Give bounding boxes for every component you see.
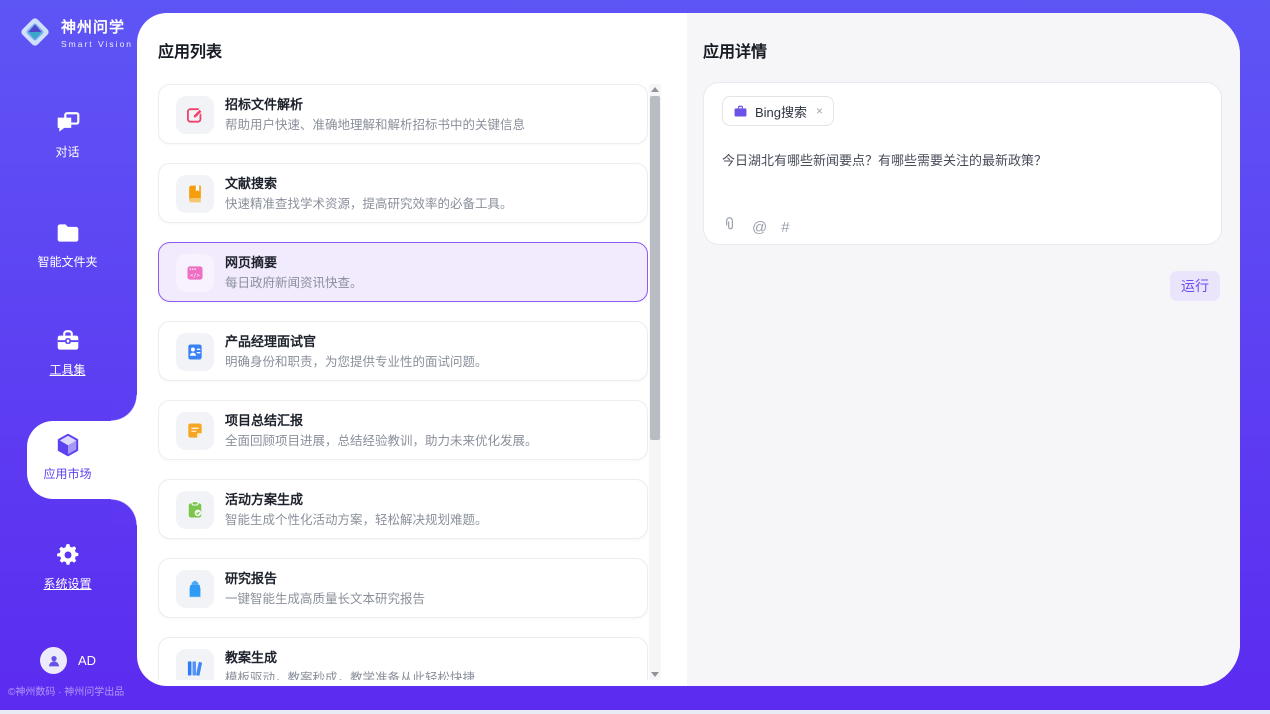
scroll-up-icon[interactable] bbox=[651, 87, 659, 92]
card-description: 智能生成个性化活动方案，轻松解决规划难题。 bbox=[225, 509, 488, 528]
app-detail-panel: 应用详情 Bing搜索 × 今日湖北有哪些新闻要点？有哪些需要关注的最新政策？ … bbox=[687, 13, 1240, 686]
app-card-lesson-plan[interactable]: 教案生成 模板驱动，教案秒成，教学准备从此轻松快捷 bbox=[158, 637, 648, 680]
gear-icon bbox=[0, 542, 135, 570]
sidebar-item-label: 对话 bbox=[55, 143, 79, 160]
card-description: 每日政府新闻资讯快查。 bbox=[225, 272, 363, 291]
card-title: 文献搜索 bbox=[225, 173, 277, 192]
card-description: 快速精准查找学术资源，提高研究效率的必备工具。 bbox=[225, 193, 513, 212]
briefcase-icon bbox=[733, 104, 748, 119]
paperclip-icon[interactable] bbox=[721, 216, 738, 238]
book-icon bbox=[176, 175, 214, 213]
app-card-literature-search[interactable]: 文献搜索 快速精准查找学术资源，提高研究效率的必备工具。 bbox=[158, 163, 648, 223]
at-mention-icon[interactable]: @ bbox=[752, 219, 767, 236]
brand-title: 神州问学 bbox=[61, 16, 133, 37]
card-title: 项目总结汇报 bbox=[225, 410, 303, 429]
browser-code-icon: </> bbox=[176, 254, 214, 292]
card-description: 一键智能生成高质量长文本研究报告 bbox=[225, 588, 425, 607]
books-icon bbox=[176, 649, 214, 680]
sidebar-item-smart-folder[interactable]: 智能文件夹 bbox=[0, 220, 135, 271]
sidebar-item-app-market[interactable]: 应用市场 bbox=[0, 432, 135, 483]
card-title: 教案生成 bbox=[225, 647, 277, 666]
sidebar-item-label: 系统设置 bbox=[43, 575, 91, 592]
tool-tag-label: Bing搜索 bbox=[755, 102, 807, 121]
card-title: 网页摘要 bbox=[225, 252, 277, 271]
card-title: 研究报告 bbox=[225, 568, 277, 587]
sticky-note-icon bbox=[176, 412, 214, 450]
account-entry[interactable]: AD bbox=[40, 647, 96, 674]
app-window: 神州问学 Smart Vision 对话 智能文件夹 bbox=[0, 0, 1270, 714]
svg-text:</>: </> bbox=[190, 273, 201, 279]
pen-square-icon bbox=[176, 96, 214, 134]
app-card-research-report[interactable]: 研究报告 一键智能生成高质量长文本研究报告 bbox=[158, 558, 648, 618]
app-card-activity-plan[interactable]: 活动方案生成 智能生成个性化活动方案，轻松解决规划难题。 bbox=[158, 479, 648, 539]
account-name: AD bbox=[78, 653, 96, 668]
prompt-input-card[interactable]: Bing搜索 × 今日湖北有哪些新闻要点？有哪些需要关注的最新政策？ @ # bbox=[703, 82, 1222, 245]
run-button[interactable]: 运行 bbox=[1170, 271, 1220, 301]
cube-icon bbox=[0, 432, 135, 460]
sidebar-item-label: 智能文件夹 bbox=[37, 253, 97, 270]
folder-icon bbox=[0, 220, 135, 248]
person-doc-icon bbox=[176, 333, 214, 371]
ink-bottle-icon bbox=[176, 570, 214, 608]
copyright-footer: ©神州数码 · 神州问学出品 bbox=[8, 683, 140, 698]
list-panel-title: 应用列表 bbox=[158, 38, 222, 62]
card-title: 活动方案生成 bbox=[225, 489, 303, 508]
card-title: 招标文件解析 bbox=[225, 94, 303, 113]
hash-tag-icon[interactable]: # bbox=[781, 219, 789, 236]
sidebar-item-settings[interactable]: 系统设置 bbox=[0, 542, 135, 593]
tag-close-icon[interactable]: × bbox=[816, 104, 823, 118]
scroll-down-icon[interactable] bbox=[651, 672, 659, 677]
brand-logo: 神州问学 Smart Vision bbox=[16, 13, 133, 51]
card-title: 产品经理面试官 bbox=[225, 331, 316, 350]
sidebar-item-chat[interactable]: 对话 bbox=[0, 110, 135, 161]
window-bottom-edge bbox=[0, 710, 1270, 714]
app-card-list: 招标文件解析 帮助用户快速、准确地理解和解析招标书中的关键信息 文献搜索 快速精… bbox=[158, 84, 648, 680]
card-description: 模板驱动，教案秒成，教学准备从此轻松快捷 bbox=[225, 667, 475, 680]
sidebar-item-label: 应用市场 bbox=[43, 465, 91, 482]
card-description: 全面回顾项目进展，总结经验教训，助力未来优化发展。 bbox=[225, 430, 538, 449]
app-card-bid-analysis[interactable]: 招标文件解析 帮助用户快速、准确地理解和解析招标书中的关键信息 bbox=[158, 84, 648, 144]
list-scrollbar[interactable] bbox=[649, 84, 661, 680]
sidebar-item-toolset[interactable]: 工具集 bbox=[0, 328, 135, 379]
card-description: 明确身份和职责，为您提供专业性的面试问题。 bbox=[225, 351, 488, 370]
avatar[interactable] bbox=[40, 647, 67, 674]
sidebar-item-label: 工具集 bbox=[49, 361, 85, 378]
user-avatar-icon bbox=[46, 653, 62, 669]
app-card-web-summary-selected[interactable]: </> 网页摘要 每日政府新闻资讯快查。 bbox=[158, 242, 648, 302]
clipboard-check-icon bbox=[176, 491, 214, 529]
diamond-logo-icon bbox=[16, 13, 54, 51]
brand-subtitle: Smart Vision bbox=[61, 39, 133, 49]
app-card-pm-interviewer[interactable]: 产品经理面试官 明确身份和职责，为您提供专业性的面试问题。 bbox=[158, 321, 648, 381]
detail-panel-title: 应用详情 bbox=[703, 38, 767, 62]
chat-icon bbox=[0, 110, 135, 138]
tool-tag-bing-search[interactable]: Bing搜索 × bbox=[722, 96, 834, 126]
card-description: 帮助用户快速、准确地理解和解析招标书中的关键信息 bbox=[225, 114, 525, 133]
toolbox-icon bbox=[0, 328, 135, 356]
query-text-input[interactable]: 今日湖北有哪些新闻要点？有哪些需要关注的最新政策？ bbox=[722, 150, 1203, 169]
scrollbar-thumb[interactable] bbox=[650, 96, 660, 440]
app-card-project-summary[interactable]: 项目总结汇报 全面回顾项目进展，总结经验教训，助力未来优化发展。 bbox=[158, 400, 648, 460]
